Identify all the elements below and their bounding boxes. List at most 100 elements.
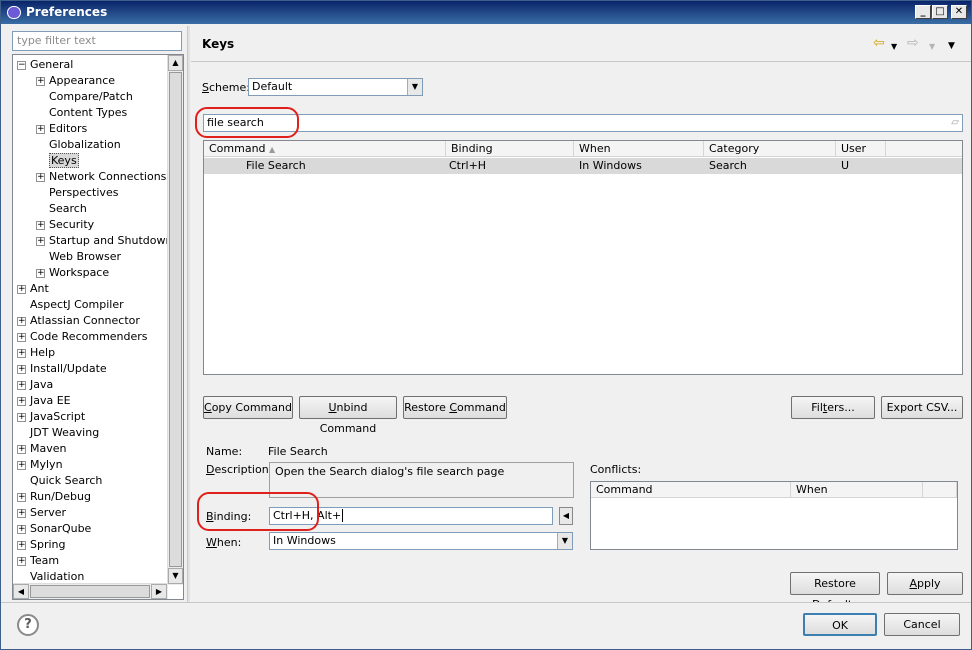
pane-divider[interactable] [187,26,190,602]
expand-icon[interactable]: + [17,460,26,470]
tree-item[interactable]: + Editors [36,121,87,137]
tree-item[interactable]: + Atlassian Connector [17,313,140,329]
expand-icon[interactable]: + [17,380,26,390]
expand-icon[interactable]: + [17,348,26,358]
conflicts-col-when[interactable]: When [791,482,923,498]
filter-input[interactable]: type filter text [12,31,182,51]
tree-item[interactable]: + Server [17,505,66,521]
binding-menu-icon[interactable]: ◀ [559,507,573,525]
expand-icon[interactable]: + [17,444,26,454]
commands-table[interactable]: Command ▲ Binding When Category User Fil… [203,140,963,375]
cancel-button[interactable]: Cancel [884,613,960,636]
command-search-input[interactable]: file search ▱ [203,114,963,132]
scroll-thumb[interactable] [169,72,182,567]
preference-tree[interactable]: − General + Appearance Compare/Patch Content … [12,54,184,600]
ok-button[interactable]: OK [803,613,877,636]
tree-item[interactable]: Content Types [36,105,127,121]
scroll-left-icon[interactable]: ◀ [13,584,29,599]
tree-item[interactable]: Web Browser [36,249,121,265]
when-select[interactable]: In Windows ▼ [269,532,573,550]
tree-item[interactable]: + Startup and Shutdown [36,233,172,249]
tree-item[interactable]: + Code Recommenders [17,329,148,345]
tree-item[interactable]: + Help [17,345,55,361]
tree-item[interactable]: + Network Connections [36,169,166,185]
expand-icon[interactable]: + [17,492,26,502]
scheme-select[interactable]: Default ▼ [248,78,423,96]
scroll-right-icon[interactable]: ▶ [151,584,167,599]
tree-item[interactable]: + SonarQube [17,521,91,537]
tree-item[interactable]: + Ant [17,281,49,297]
tree-item[interactable]: AspectJ Compiler [17,297,124,313]
expand-icon[interactable]: + [17,364,26,374]
expand-icon[interactable]: + [36,268,45,278]
tree-item[interactable]: + Maven [17,441,66,457]
collapse-icon[interactable]: − [17,60,26,70]
expand-icon[interactable]: + [36,236,45,246]
tree-item[interactable]: + Mylyn [17,457,63,473]
tree-vertical-scrollbar[interactable]: ▲ ▼ [167,55,183,585]
view-menu-icon[interactable]: ▼ [948,39,955,53]
expand-icon[interactable]: + [36,220,45,230]
maximize-button[interactable]: □ [932,5,948,19]
chevron-down-icon[interactable]: ▼ [407,79,422,95]
expand-icon[interactable]: + [36,172,45,182]
expand-icon[interactable]: + [17,332,26,342]
col-command[interactable]: Command ▲ [204,141,446,157]
expand-icon[interactable]: + [17,508,26,518]
scroll-up-icon[interactable]: ▲ [168,55,183,71]
chevron-down-icon[interactable]: ▼ [557,533,572,549]
copy-command-button[interactable]: Copy Command [203,396,293,419]
minimize-button[interactable]: _ [915,5,931,19]
expand-icon[interactable]: + [36,124,45,134]
tree-item[interactable]: Perspectives [36,185,118,201]
tree-item[interactable]: + Appearance [36,73,115,89]
expand-icon[interactable]: + [17,284,26,294]
expand-icon[interactable]: + [17,316,26,326]
tree-item[interactable]: + JavaScript [17,409,85,425]
hscroll-thumb[interactable] [30,585,150,598]
tree-item[interactable]: Keys [36,153,79,169]
forward-menu-icon[interactable]: ▼ [929,40,935,54]
tree-item[interactable]: Quick Search [17,473,102,489]
tree-item[interactable]: + Spring [17,537,66,553]
tree-item[interactable]: + Security [36,217,94,233]
expand-icon[interactable]: + [36,76,45,86]
col-user[interactable]: User [836,141,886,157]
tree-item[interactable]: + Java [17,377,53,393]
tree-item[interactable]: Globalization [36,137,121,153]
close-button[interactable]: ✕ [951,5,967,19]
restore-defaults-button[interactable]: Restore Defaults [790,572,880,611]
table-row[interactable]: File Search Ctrl+H In Windows Search U [204,158,962,174]
expand-icon[interactable]: + [17,412,26,422]
back-menu-icon[interactable]: ▼ [891,40,897,54]
unbind-command-button[interactable]: Unbind Command [299,396,397,435]
tree-item[interactable]: + Team [17,553,59,569]
forward-arrow-icon[interactable]: ⇨ [907,36,919,50]
tree-item[interactable]: Search [36,201,87,217]
filters-button[interactable]: Filters... [791,396,875,419]
expand-icon[interactable]: + [17,540,26,550]
apply-button[interactable]: Apply [887,572,963,595]
restore-command-button[interactable]: Restore Command [403,396,507,419]
col-category[interactable]: Category [704,141,836,157]
conflicts-table[interactable]: Command When [590,481,958,550]
back-arrow-icon[interactable]: ⇦ [873,36,885,50]
tree-item[interactable]: + Run/Debug [17,489,91,505]
export-csv-button[interactable]: Export CSV... [881,396,963,419]
tree-item[interactable]: + Java EE [17,393,71,409]
col-binding[interactable]: Binding [446,141,574,157]
tree-horizontal-scrollbar[interactable]: ◀ ▶ [13,583,168,599]
tree-item[interactable]: JDT Weaving [17,425,99,441]
clear-icon[interactable]: ▱ [951,117,959,128]
tree-item[interactable]: Compare/Patch [36,89,133,105]
expand-icon[interactable]: + [17,396,26,406]
help-icon[interactable]: ? [17,614,39,636]
tree-item[interactable]: + Workspace [36,265,109,281]
tree-item[interactable]: − General [17,57,73,73]
tree-item[interactable]: + Install/Update [17,361,107,377]
expand-icon[interactable]: + [17,556,26,566]
scroll-down-icon[interactable]: ▼ [168,568,183,584]
description-field[interactable]: Open the Search dialog's file search pag… [269,462,574,498]
conflicts-col-command[interactable]: Command [591,482,791,498]
col-when[interactable]: When [574,141,704,157]
